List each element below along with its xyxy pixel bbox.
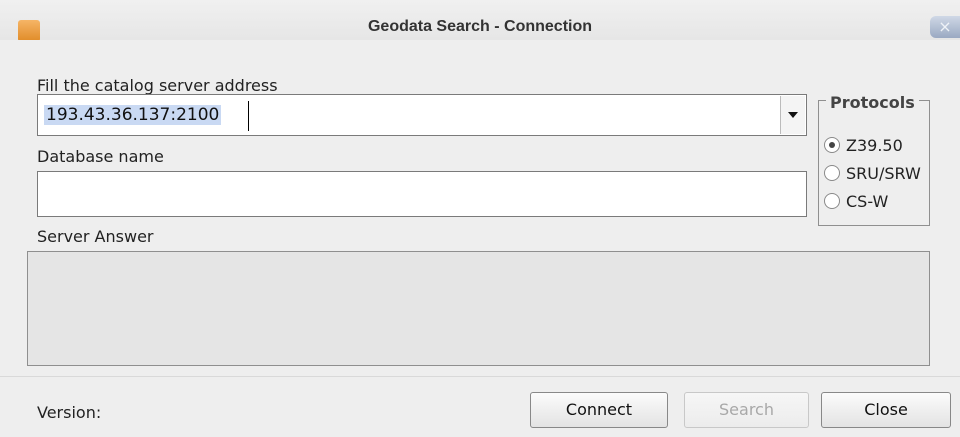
close-window-button[interactable]: × <box>930 16 960 38</box>
database-name-label: Database name <box>37 147 164 166</box>
radio-label: CS-W <box>846 191 889 211</box>
text-caret <box>248 101 249 131</box>
server-address-combobox[interactable]: 193.43.36.137:2100 <box>37 94 807 136</box>
search-button[interactable]: Search <box>684 392 809 428</box>
server-address-value[interactable]: 193.43.36.137:2100 <box>44 105 222 125</box>
server-answer-label: Server Answer <box>37 227 154 246</box>
radio-unchecked-icon <box>824 165 840 181</box>
server-address-label: Fill the catalog server address <box>37 76 278 95</box>
radio-sru-srw[interactable]: SRU/SRW <box>824 162 921 184</box>
connection-dialog: Geodata Search - Connection × Fill the c… <box>0 0 960 437</box>
radio-unchecked-icon <box>824 193 840 209</box>
title-bar[interactable]: Geodata Search - Connection × <box>0 0 960 42</box>
chevron-down-icon[interactable] <box>780 96 805 134</box>
protocols-legend: Protocols <box>826 93 919 112</box>
radio-cs-w[interactable]: CS-W <box>824 190 888 212</box>
close-button[interactable]: Close <box>821 392 951 428</box>
radio-checked-icon <box>824 137 840 153</box>
radio-label: Z39.50 <box>846 135 903 155</box>
window-title: Geodata Search - Connection <box>367 18 593 35</box>
connect-button[interactable]: Connect <box>530 392 668 428</box>
database-name-input[interactable] <box>37 171 807 217</box>
radio-label: SRU/SRW <box>846 163 921 183</box>
radio-z3950[interactable]: Z39.50 <box>824 134 903 156</box>
divider <box>0 376 960 377</box>
version-label: Version: <box>37 403 102 422</box>
server-answer-box <box>27 251 930 366</box>
